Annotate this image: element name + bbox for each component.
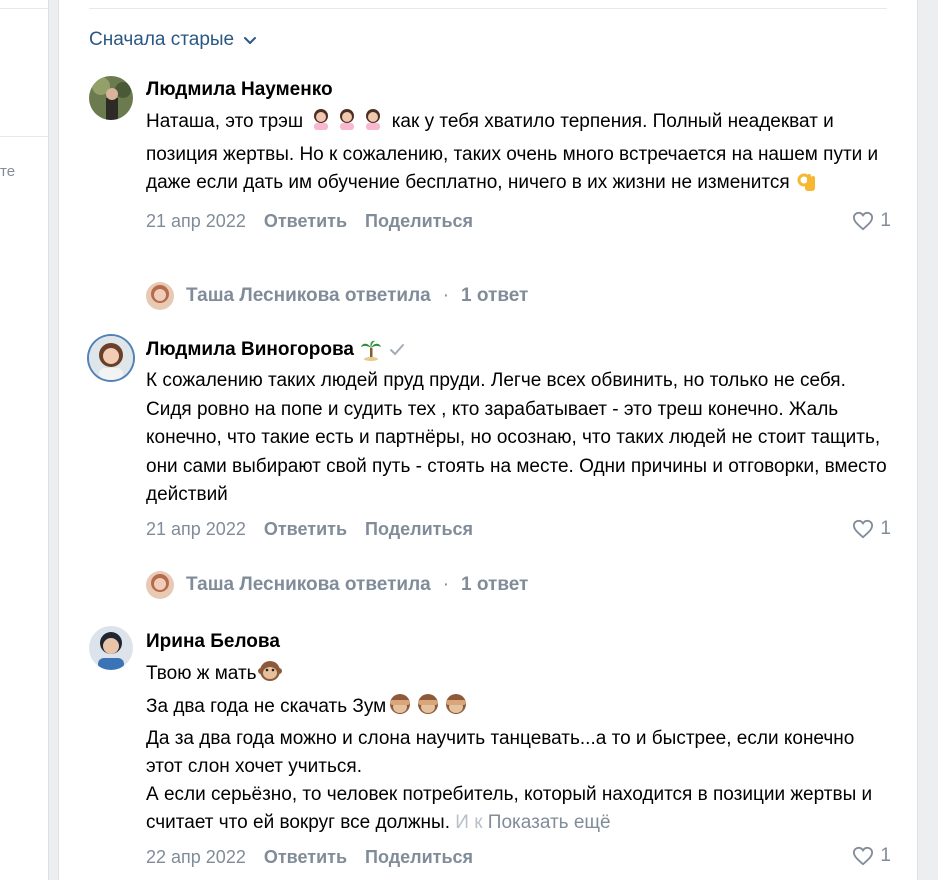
comment-date[interactable]: 22 апр 2022 <box>146 847 246 868</box>
avatar[interactable] <box>89 336 133 380</box>
comment-author[interactable]: Людмила Науменко <box>146 79 891 101</box>
comment-author[interactable]: Людмила Виногорова <box>146 339 891 361</box>
sidebar-text-fragment: те <box>0 163 16 180</box>
sort-label: Сначала старые <box>89 29 235 50</box>
share-button[interactable]: Поделиться <box>365 519 473 540</box>
like-button[interactable]: 1 <box>852 518 891 540</box>
avatar <box>146 282 174 310</box>
like-button[interactable]: 1 <box>852 845 891 867</box>
comment-text: Твою ж мать За два года не скачать Зум Д… <box>146 659 891 837</box>
avatar <box>146 571 174 599</box>
reply-button[interactable]: Ответить <box>264 211 347 232</box>
see-no-evil-monkey-icon <box>387 692 413 725</box>
heart-icon <box>853 519 874 538</box>
share-button[interactable]: Поделиться <box>365 847 473 868</box>
like-button[interactable]: 1 <box>852 210 891 232</box>
avatar[interactable] <box>89 76 133 120</box>
divider <box>0 8 48 9</box>
chevron-down-icon <box>244 37 257 44</box>
thread-author: Таша Лесникова ответила <box>186 285 431 306</box>
comment-meta: 21 апр 2022 Ответить Поделиться 1 <box>146 516 891 544</box>
heart-icon <box>853 211 874 230</box>
facepalm-woman-icon <box>361 107 385 141</box>
replies-thread-link[interactable]: Таша Лесникова ответила · 1 ответ <box>146 282 528 310</box>
comment-author[interactable]: Ирина Белова <box>146 631 891 653</box>
show-more-link[interactable]: Показать ещё <box>488 812 611 833</box>
see-no-evil-monkey-icon <box>443 692 469 725</box>
comment-date[interactable]: 21 апр 2022 <box>146 211 246 232</box>
heart-icon <box>853 846 874 866</box>
comment-date[interactable]: 21 апр 2022 <box>146 519 246 540</box>
comment-meta: 21 апр 2022 Ответить Поделиться 1 <box>146 208 891 236</box>
monkey-face-icon <box>257 659 282 692</box>
share-button[interactable]: Поделиться <box>365 211 473 232</box>
reply-count: 1 ответ <box>461 574 529 595</box>
avatar[interactable] <box>89 626 133 670</box>
separator: · <box>442 574 450 595</box>
thread-author: Таша Лесникова ответила <box>186 574 431 595</box>
verified-check-icon <box>389 344 404 356</box>
facepalm-woman-icon <box>309 107 333 141</box>
comment-meta: 22 апр 2022 Ответить Поделиться 1 <box>146 843 891 871</box>
separator: · <box>442 285 450 306</box>
reply-button[interactable]: Ответить <box>264 519 347 540</box>
sort-dropdown[interactable]: Сначала старые <box>89 29 258 51</box>
like-count: 1 <box>880 209 891 231</box>
reply-button[interactable]: Ответить <box>264 847 347 868</box>
comments-card: Сначала старые Людмила Науменко Наташа, … <box>58 0 918 880</box>
comment-text: К сожалению таких людей пруд пруди. Легч… <box>146 370 887 505</box>
left-sidebar: те <box>0 0 49 880</box>
see-no-evil-monkey-icon <box>415 692 441 725</box>
reply-count: 1 ответ <box>461 285 529 306</box>
ok-hand-icon <box>796 170 818 202</box>
facepalm-woman-icon <box>335 107 359 141</box>
like-count: 1 <box>880 517 891 539</box>
palm-tree-icon <box>360 340 381 361</box>
replies-thread-link[interactable]: Таша Лесникова ответила · 1 ответ <box>146 571 528 599</box>
divider <box>0 136 48 137</box>
comment-text: Наташа, это трэш как у тебя хватило терп… <box>146 107 891 202</box>
like-count: 1 <box>880 845 891 866</box>
divider <box>89 8 887 9</box>
